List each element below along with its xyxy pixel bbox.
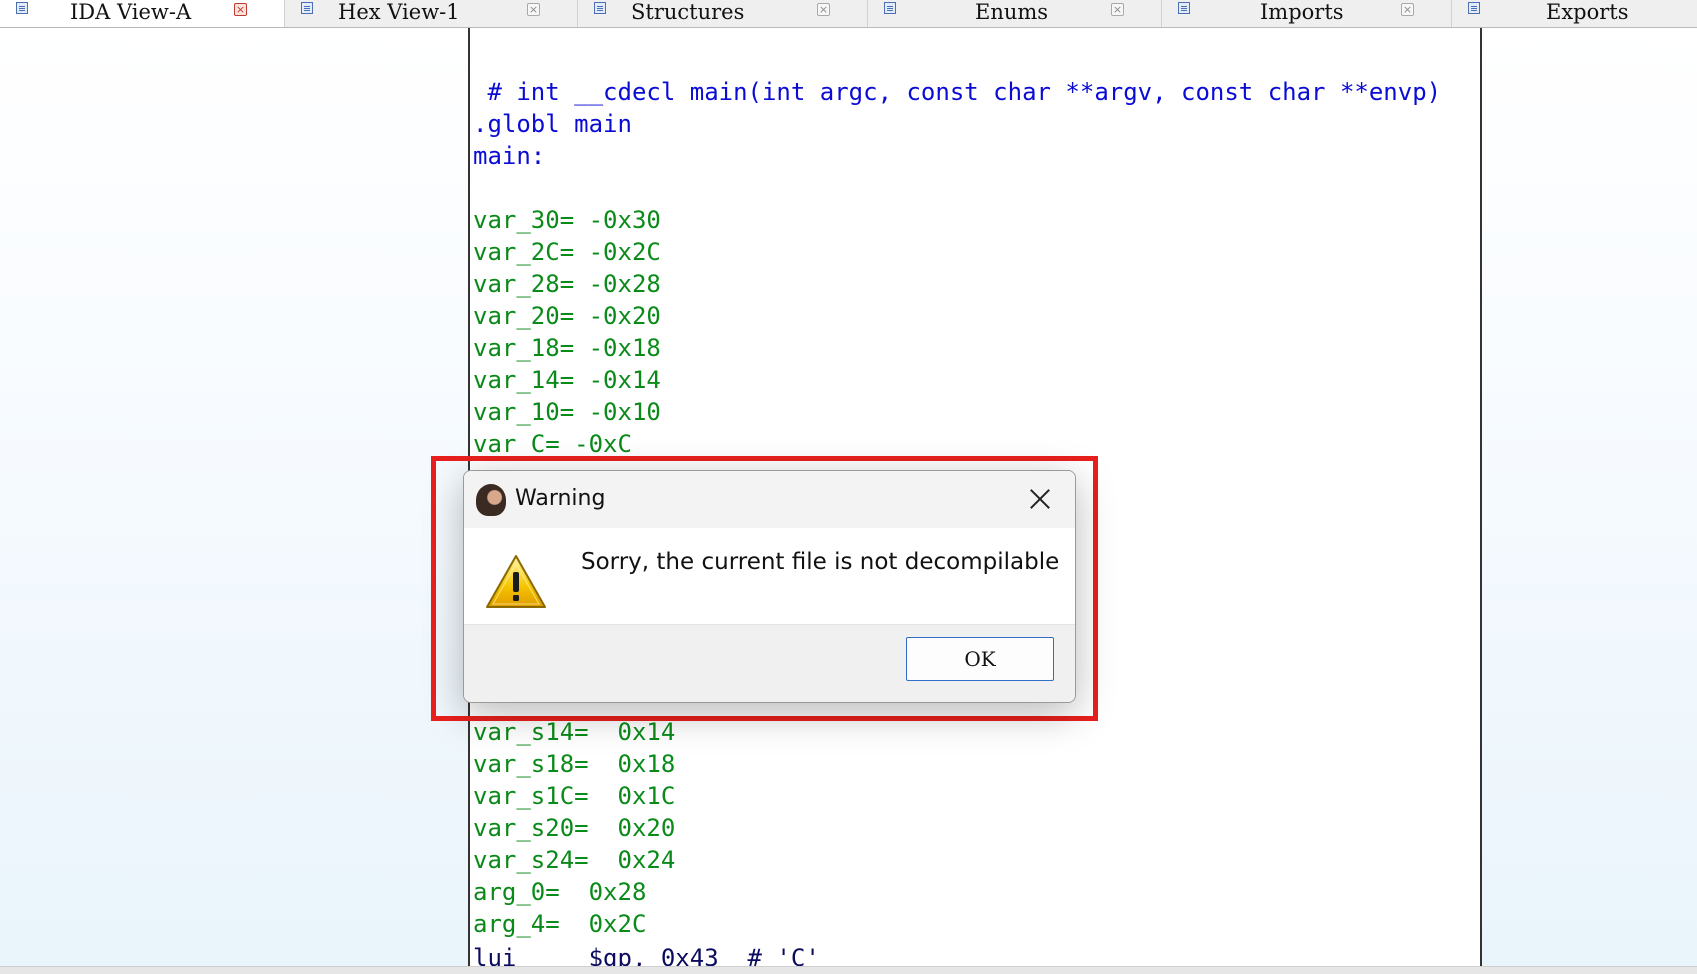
enums-icon [884, 2, 896, 14]
tab-label: Hex View-1 [338, 0, 460, 24]
function-signature-comment: # int __cdecl main(int argc, const char … [473, 78, 1442, 106]
instruction-line: lui $gp, 0x43 # 'C' [473, 944, 820, 967]
tab-bar: IDA View-A × Hex View-1 × Structures × E… [0, 0, 1697, 28]
dialog-title: Warning [515, 486, 606, 511]
exports-icon [1468, 2, 1480, 14]
dialog-footer: OK [464, 624, 1075, 702]
stack-var-line: var_30= -0x30 [473, 206, 661, 234]
stack-var-line: var_20= -0x20 [473, 302, 661, 330]
tab-label: Enums [975, 0, 1049, 24]
tab-close-icon[interactable]: × [1111, 3, 1124, 16]
stack-var-line: var_10= -0x10 [473, 398, 661, 426]
tab-close-icon[interactable]: × [1401, 3, 1414, 16]
left-empty-pane [0, 28, 468, 973]
tab-ida-view-a[interactable]: IDA View-A × [0, 0, 285, 27]
stack-var-line: var_18= -0x18 [473, 334, 661, 362]
tab-exports[interactable]: Exports [1452, 0, 1697, 27]
tab-close-icon[interactable]: × [234, 3, 247, 16]
stack-var-line: var_28= -0x28 [473, 270, 661, 298]
warning-triangle-icon [486, 555, 546, 608]
stack-var-line: var_14= -0x14 [473, 366, 661, 394]
stack-var-line: var_s20= 0x20 [473, 814, 676, 842]
stack-var-line: var_s24= 0x24 [473, 846, 676, 874]
stack-var-line: var_s18= 0x18 [473, 750, 676, 778]
imports-icon [1178, 2, 1190, 14]
dialog-message: Sorry, the current file is not decompila… [581, 549, 1060, 575]
tab-close-icon[interactable]: × [817, 3, 830, 16]
hex-view-icon [301, 2, 313, 14]
stack-var-line: var_s1C= 0x1C [473, 782, 676, 810]
structures-icon [594, 2, 606, 14]
tab-label: Exports [1546, 0, 1629, 24]
tab-hex-view-1[interactable]: Hex View-1 × [285, 0, 578, 27]
stack-var-line: arg_4= 0x2C [473, 910, 647, 938]
stack-var-line: arg_0= 0x28 [473, 878, 647, 906]
warning-dialog: Warning Sorry, the current file is not d… [463, 470, 1076, 703]
dialog-body: Sorry, the current file is not decompila… [464, 528, 1075, 624]
tab-label: Imports [1260, 0, 1344, 24]
tab-enums[interactable]: Enums × [868, 0, 1162, 27]
right-empty-pane [1482, 28, 1697, 973]
tab-label: Structures [631, 0, 745, 24]
portrait-icon [476, 484, 506, 516]
tab-label: IDA View-A [70, 0, 192, 24]
dialog-titlebar[interactable]: Warning [464, 471, 1075, 528]
tab-close-icon[interactable]: × [527, 3, 540, 16]
globl-directive: .globl main [473, 110, 632, 138]
tab-imports[interactable]: Imports × [1162, 0, 1452, 27]
tab-structures[interactable]: Structures × [578, 0, 868, 27]
ok-button[interactable]: OK [906, 637, 1054, 681]
function-label: main: [473, 142, 546, 170]
close-icon[interactable] [1025, 484, 1055, 514]
ida-view-icon [16, 2, 28, 14]
stack-var-line: var_2C= -0x2C [473, 238, 661, 266]
